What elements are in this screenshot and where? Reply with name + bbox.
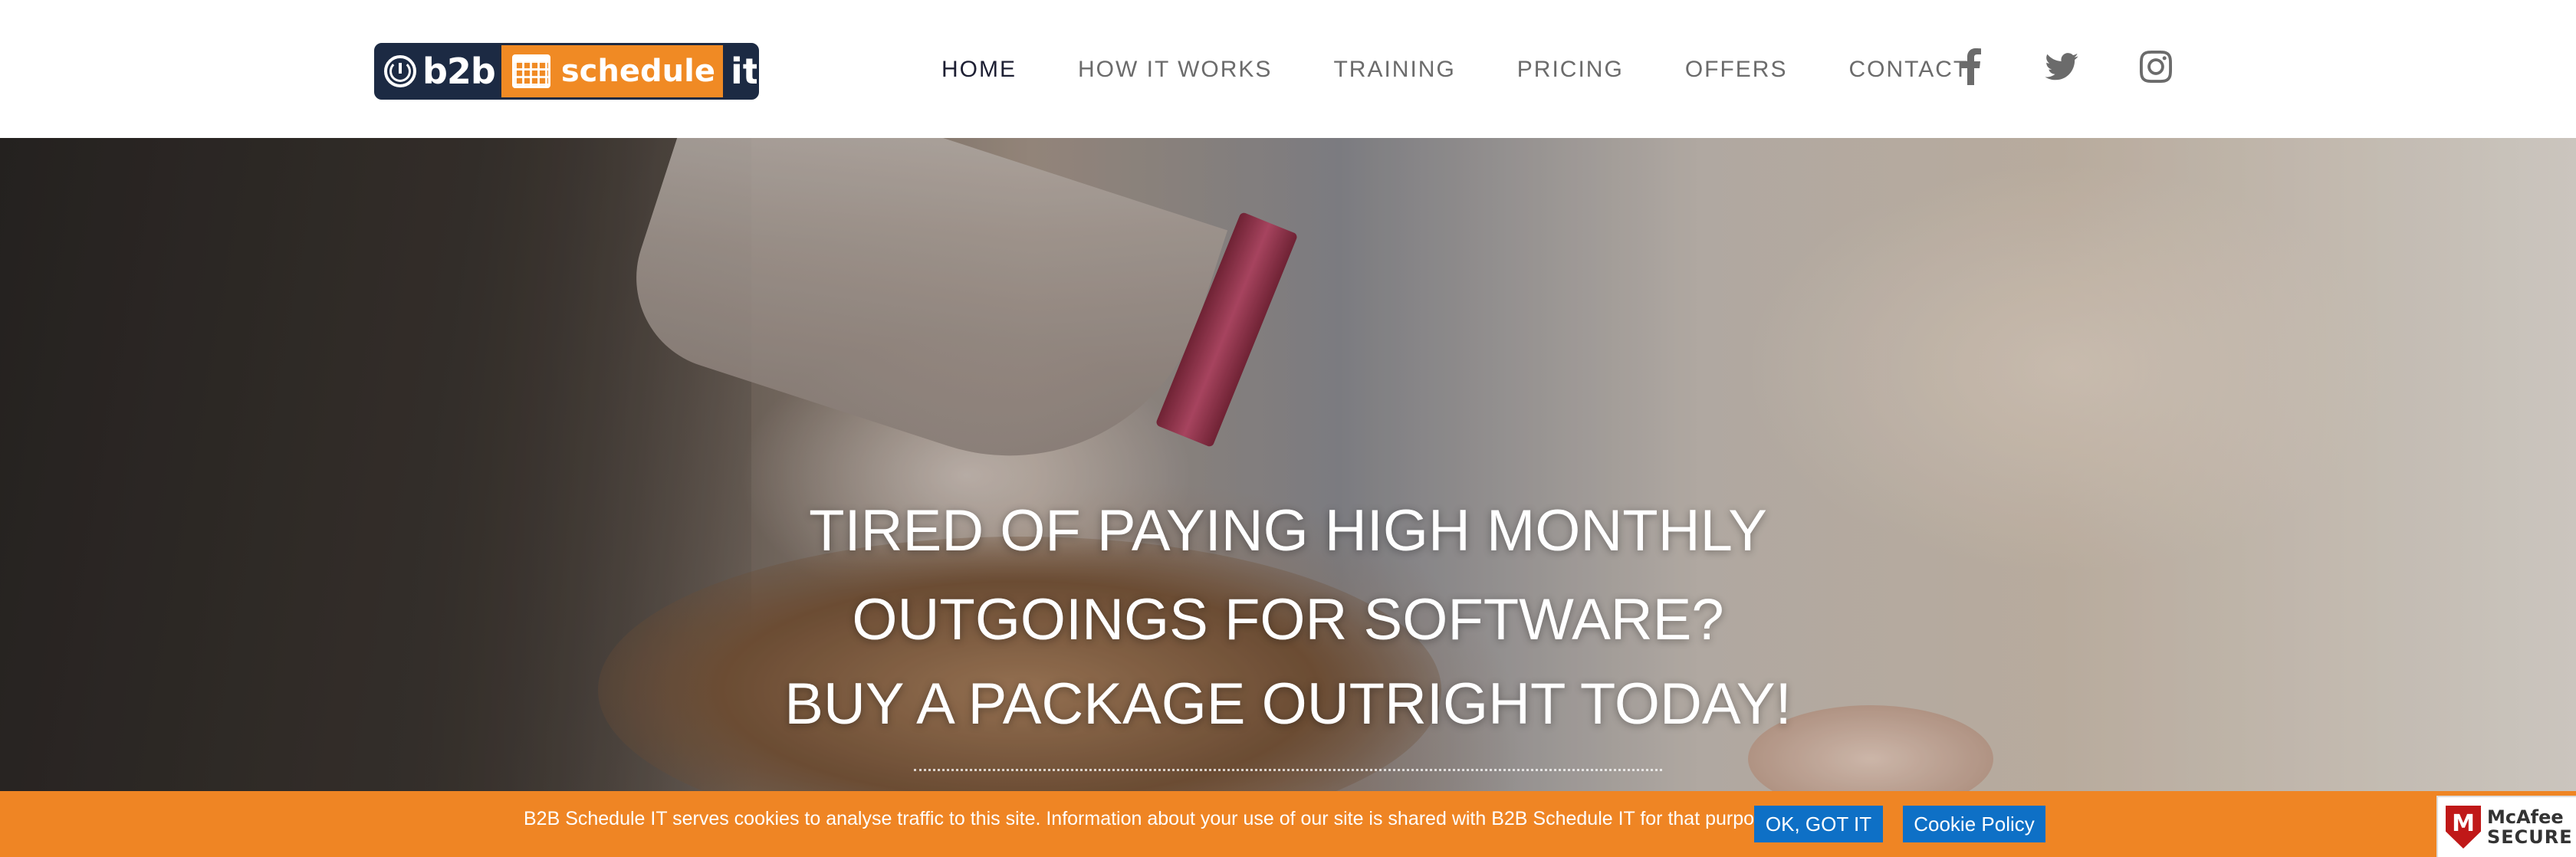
cookie-policy-button[interactable]: Cookie Policy — [1903, 806, 2045, 842]
hero-divider — [914, 769, 1662, 771]
logo-middle: schedule — [501, 45, 723, 97]
logo-text-schedule: schedule — [560, 54, 715, 89]
calendar-icon — [511, 54, 550, 88]
mcafee-line-1: McAfee — [2487, 806, 2564, 828]
facebook-icon[interactable] — [1960, 44, 1983, 89]
hero-line-2: OUTGOINGS FOR SOFTWARE? — [852, 587, 1724, 652]
twitter-icon[interactable] — [2044, 44, 2079, 89]
cookie-message: B2B Schedule IT serves cookies to analys… — [524, 808, 1780, 829]
cookie-ok-button[interactable]: OK, GOT IT — [1754, 806, 1883, 842]
instagram-icon[interactable] — [2139, 44, 2173, 89]
site-header: b2b schedule it HOME HOW IT WORKS TRAINI… — [0, 0, 2576, 138]
nav-how-it-works[interactable]: HOW IT WORKS — [1078, 57, 1272, 83]
nav-offers[interactable]: OFFERS — [1685, 57, 1788, 83]
mcafee-label: McAfee SECURE — [2487, 807, 2573, 847]
hero-line-1: TIRED OF PAYING HIGH MONTHLY — [809, 498, 1767, 563]
mcafee-line-2: SECURE — [2487, 826, 2573, 848]
hero-headline: TIRED OF PAYING HIGH MONTHLY OUTGOINGS F… — [767, 487, 1809, 744]
cookie-banner: B2B Schedule IT serves cookies to analys… — [0, 791, 2576, 857]
logo-text-b2b: b2b — [422, 51, 496, 92]
nav-training[interactable]: TRAINING — [1333, 57, 1455, 83]
logo-left: b2b — [376, 45, 501, 97]
hero-line-3: BUY A PACKAGE OUTRIGHT TODAY! — [784, 671, 1792, 737]
nav-contact[interactable]: CONTACT — [1848, 57, 1969, 83]
nav-pricing[interactable]: PRICING — [1517, 57, 1624, 83]
site-logo[interactable]: b2b schedule it — [374, 43, 759, 100]
logo-text-it: it — [722, 45, 757, 97]
power-icon — [384, 55, 416, 87]
nav-home[interactable]: HOME — [941, 57, 1017, 83]
mcafee-shield-icon — [2446, 806, 2481, 849]
mcafee-secure-badge[interactable]: McAfee SECURE — [2436, 796, 2576, 857]
main-nav: HOME HOW IT WORKS TRAINING PRICING OFFER… — [941, 48, 2030, 92]
